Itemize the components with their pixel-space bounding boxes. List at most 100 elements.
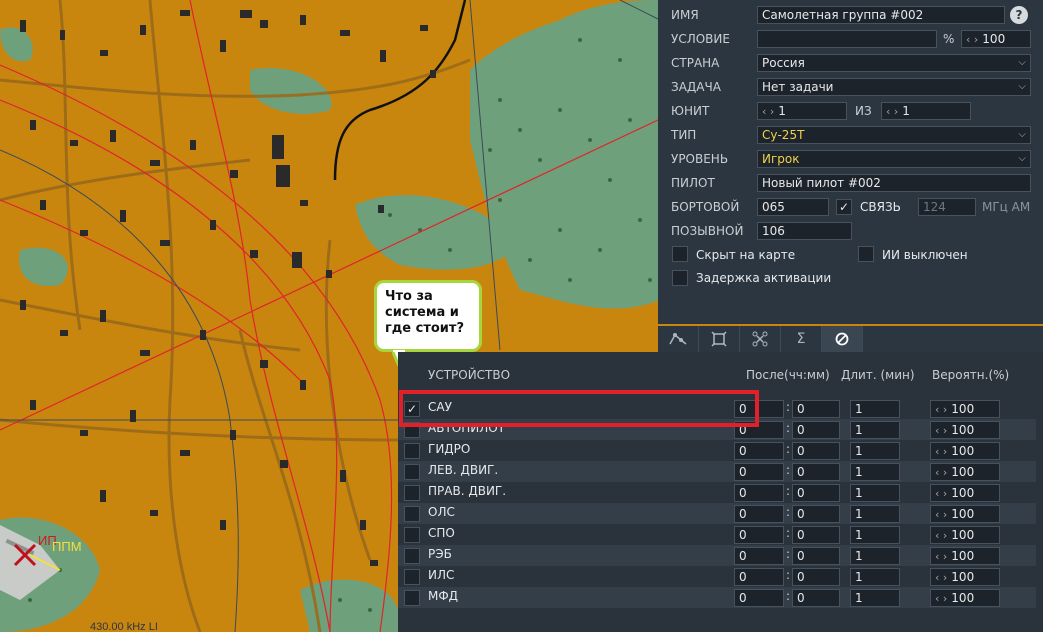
check-icon: ✓: [838, 200, 850, 214]
after-hours-input[interactable]: 0: [734, 568, 784, 586]
stepper-arrows-icon[interactable]: ‹ ›: [935, 571, 947, 584]
stepper-arrows-icon[interactable]: ‹ ›: [886, 105, 898, 118]
duration-input[interactable]: 1: [850, 526, 900, 544]
probability-stepper[interactable]: ‹ › 100: [930, 484, 1000, 502]
radio-checkbox[interactable]: ✓: [836, 199, 852, 215]
duration-input[interactable]: 1: [850, 484, 900, 502]
stepper-arrows-icon[interactable]: ‹ ›: [935, 487, 947, 500]
after-minutes-input[interactable]: 0: [792, 400, 840, 418]
probability-stepper[interactable]: ‹ › 100: [930, 463, 1000, 481]
help-button[interactable]: ?: [1010, 6, 1028, 24]
probability-stepper[interactable]: ‹ › 100: [930, 547, 1000, 565]
condition-input[interactable]: [757, 30, 937, 48]
failure-checkbox[interactable]: [404, 569, 420, 585]
duration-input[interactable]: 1: [850, 589, 900, 607]
failure-checkbox[interactable]: [404, 590, 420, 606]
duration-value: 1: [855, 591, 863, 605]
probability-stepper[interactable]: ‹ › 100: [930, 526, 1000, 544]
stepper-arrows-icon[interactable]: ‹ ›: [935, 529, 947, 542]
callsign-input[interactable]: 106: [757, 222, 852, 240]
probability-value: 100: [951, 528, 975, 542]
after-minutes-value: 0: [797, 528, 805, 542]
duration-input[interactable]: 1: [850, 568, 900, 586]
duration-input[interactable]: 1: [850, 442, 900, 460]
failure-checkbox[interactable]: [404, 485, 420, 501]
stepper-arrows-icon[interactable]: ‹ ›: [966, 33, 978, 46]
failure-checkbox[interactable]: [404, 443, 420, 459]
failure-row: МФД 0:0 1 ‹ › 100: [398, 587, 1036, 608]
stepper-arrows-icon[interactable]: ‹ ›: [762, 105, 774, 118]
stepper-arrows-icon[interactable]: ‹ ›: [935, 424, 947, 437]
ai-off-checkbox[interactable]: [858, 246, 874, 262]
after-hours-input[interactable]: 0: [734, 484, 784, 502]
after-minutes-input[interactable]: 0: [792, 442, 840, 460]
route-icon: [669, 333, 687, 345]
task-select[interactable]: Нет задачи ⌵: [757, 78, 1031, 96]
after-minutes-input[interactable]: 0: [792, 463, 840, 481]
stepper-arrows-icon[interactable]: ‹ ›: [935, 508, 947, 521]
after-hours-input[interactable]: 0: [734, 505, 784, 523]
after-hours-input[interactable]: 0: [734, 589, 784, 607]
stepper-arrows-icon[interactable]: ‹ ›: [935, 466, 947, 479]
probability-stepper[interactable]: ‹ › 100: [930, 589, 1000, 607]
probability-stepper[interactable]: ‹ › 100: [930, 505, 1000, 523]
tab-failures[interactable]: [822, 326, 863, 352]
after-hours-input[interactable]: 0: [734, 526, 784, 544]
after-hours-input[interactable]: 0: [734, 442, 784, 460]
duration-input[interactable]: 1: [850, 463, 900, 481]
after-minutes-value: 0: [797, 591, 805, 605]
probability-stepper[interactable]: ‹ › 100: [930, 400, 1000, 418]
tab-summary[interactable]: Σ: [781, 326, 822, 352]
stepper-arrows-icon[interactable]: ‹ ›: [935, 592, 947, 605]
skill-select[interactable]: Игрок ⌵: [757, 150, 1031, 168]
country-select[interactable]: Россия ⌵: [757, 54, 1031, 72]
time-separator: :: [786, 589, 791, 603]
failure-checkbox[interactable]: [404, 506, 420, 522]
failure-checkbox[interactable]: [404, 548, 420, 564]
probability-value: 100: [951, 486, 975, 500]
unit-count-stepper[interactable]: ‹ › 1: [881, 102, 971, 120]
after-hours-value: 0: [739, 570, 747, 584]
probability-stepper[interactable]: ‹ › 100: [930, 421, 1000, 439]
payload-icon: [711, 331, 727, 347]
after-minutes-input[interactable]: 0: [792, 421, 840, 439]
activation-delay-checkbox[interactable]: [672, 270, 688, 286]
failure-checkbox[interactable]: [404, 527, 420, 543]
after-minutes-input[interactable]: 0: [792, 568, 840, 586]
after-minutes-input[interactable]: 0: [792, 547, 840, 565]
probability-stepper[interactable]: ‹ › 100: [930, 442, 1000, 460]
unit-stepper[interactable]: ‹ › 1: [757, 102, 847, 120]
after-hours-input[interactable]: 0: [734, 463, 784, 481]
tab-payload[interactable]: [699, 326, 740, 352]
duration-input[interactable]: 1: [850, 400, 900, 418]
failure-row: ОЛС 0:0 1 ‹ › 100: [398, 503, 1036, 524]
after-minutes-input[interactable]: 0: [792, 505, 840, 523]
failure-checkbox[interactable]: [404, 464, 420, 480]
stepper-arrows-icon[interactable]: ‹ ›: [935, 403, 947, 416]
board-number-input[interactable]: 065: [757, 198, 829, 216]
tab-properties[interactable]: [740, 326, 781, 352]
probability-value: 100: [951, 444, 975, 458]
column-probability: Вероятн.(%): [932, 368, 1010, 382]
after-hours-input[interactable]: 0: [734, 547, 784, 565]
radio-frequency-input[interactable]: 124: [918, 198, 976, 216]
hidden-on-map-checkbox[interactable]: [672, 246, 688, 262]
name-input[interactable]: Самолетная группа #002: [757, 6, 1005, 24]
duration-input[interactable]: 1: [850, 547, 900, 565]
probability-stepper[interactable]: ‹ › 100: [930, 568, 1000, 586]
highlight-frame: [399, 390, 759, 427]
tab-route[interactable]: [658, 326, 699, 352]
after-minutes-input[interactable]: 0: [792, 484, 840, 502]
type-label: ТИП: [671, 128, 697, 142]
pilot-input[interactable]: Новый пилот #002: [757, 174, 1031, 192]
task-value: Нет задачи: [762, 80, 834, 94]
condition-probability-stepper[interactable]: ‹ › 100: [961, 30, 1031, 48]
stepper-arrows-icon[interactable]: ‹ ›: [935, 445, 947, 458]
after-minutes-input[interactable]: 0: [792, 526, 840, 544]
after-minutes-input[interactable]: 0: [792, 589, 840, 607]
duration-input[interactable]: 1: [850, 421, 900, 439]
duration-input[interactable]: 1: [850, 505, 900, 523]
aircraft-type-select[interactable]: Су-25Т ⌵: [757, 126, 1031, 144]
stepper-arrows-icon[interactable]: ‹ ›: [935, 550, 947, 563]
unit-count-value: 1: [902, 104, 910, 118]
